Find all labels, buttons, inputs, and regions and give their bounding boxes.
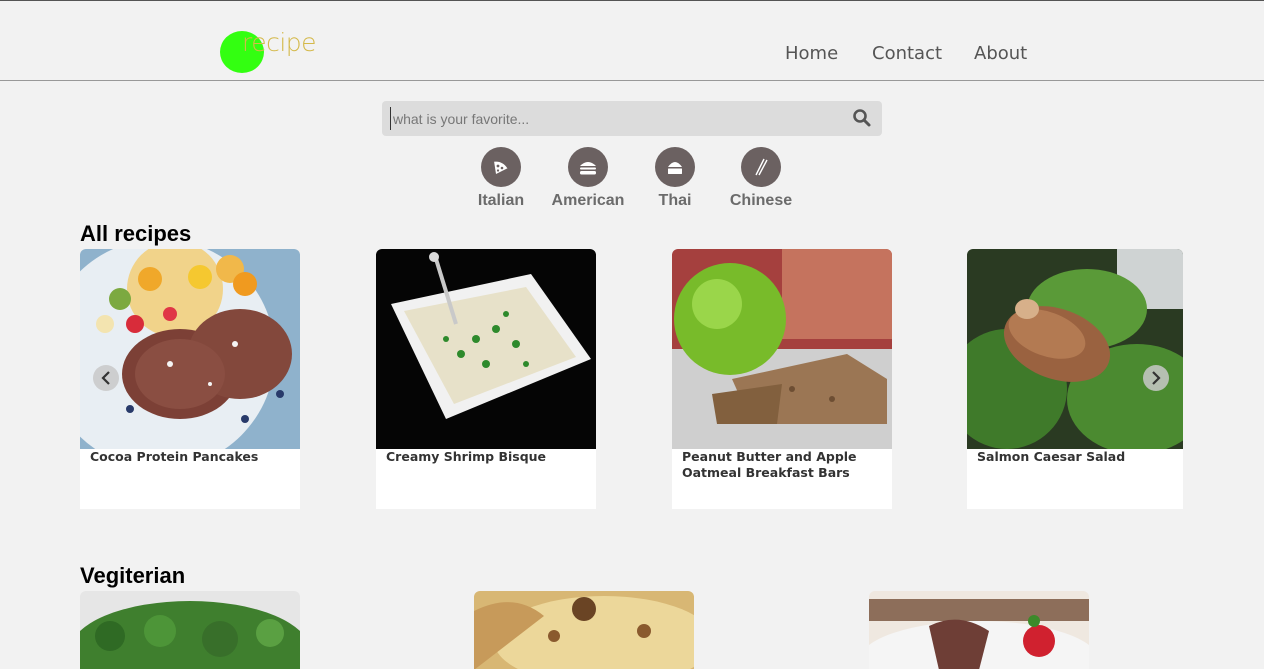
recipe-image bbox=[967, 249, 1183, 449]
recipe-card[interactable] bbox=[474, 591, 694, 669]
recipe-image bbox=[869, 591, 1089, 669]
category-label: American bbox=[551, 192, 625, 209]
recipe-card[interactable]: Peanut Butter and Apple Oatmeal Breakfas… bbox=[672, 249, 892, 509]
recipe-title: Cocoa Protein Pancakes bbox=[90, 449, 259, 464]
category-label: Chinese bbox=[729, 192, 793, 209]
carousel-next-button[interactable] bbox=[1143, 365, 1169, 391]
recipe-image bbox=[80, 249, 300, 449]
nav-contact[interactable]: Contact bbox=[872, 43, 942, 64]
search-input[interactable] bbox=[390, 107, 830, 130]
recipe-title: Salmon Caesar Salad bbox=[977, 449, 1126, 464]
recipe-image bbox=[474, 591, 694, 669]
recipe-title: Peanut Butter and Apple Oatmeal Breakfas… bbox=[682, 449, 857, 480]
category-label: Italian bbox=[477, 192, 525, 209]
category-american[interactable]: American bbox=[543, 147, 633, 217]
category-thai[interactable]: Thai bbox=[630, 147, 720, 217]
carousel-prev-button[interactable] bbox=[93, 365, 119, 391]
chevron-right-icon bbox=[1152, 371, 1161, 385]
cake-icon bbox=[655, 147, 695, 187]
search-button[interactable] bbox=[852, 108, 874, 130]
burger-icon bbox=[568, 147, 608, 187]
recipe-image bbox=[376, 249, 596, 449]
chopsticks-icon bbox=[741, 147, 781, 187]
section-title-all: All recipes bbox=[80, 221, 192, 246]
search-icon bbox=[853, 109, 871, 127]
nav-home[interactable]: Home bbox=[785, 43, 838, 64]
category-italian[interactable]: Italian bbox=[456, 147, 546, 217]
category-label: Thai bbox=[658, 192, 692, 209]
pizza-icon bbox=[481, 147, 521, 187]
recipe-image bbox=[672, 249, 892, 449]
recipe-card[interactable]: Creamy Shrimp Bisque bbox=[376, 249, 596, 509]
chevron-left-icon bbox=[101, 371, 110, 385]
recipe-image bbox=[80, 591, 300, 669]
header: recipe Home Contact About bbox=[0, 1, 1264, 81]
search-bar bbox=[382, 101, 882, 136]
recipe-card[interactable] bbox=[80, 591, 300, 669]
main-nav: Home Contact About bbox=[0, 43, 1264, 67]
category-chinese[interactable]: Chinese bbox=[716, 147, 806, 217]
nav-about[interactable]: About bbox=[974, 43, 1027, 64]
section-title-vegetarian: Vegiterian bbox=[80, 563, 186, 588]
recipe-title: Creamy Shrimp Bisque bbox=[386, 449, 547, 464]
recipe-card[interactable] bbox=[869, 591, 1089, 669]
